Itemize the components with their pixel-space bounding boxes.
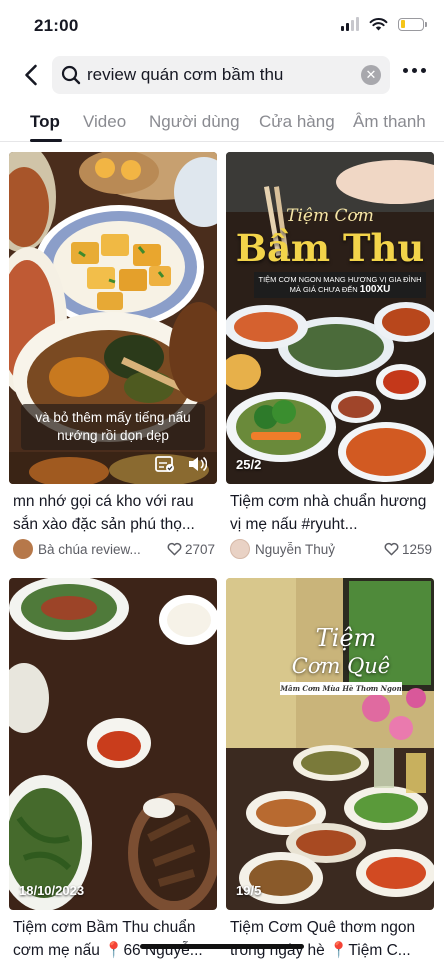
tab-top[interactable]: Top — [30, 112, 60, 132]
thumbnail-icons — [155, 455, 207, 473]
more-options-button[interactable] — [403, 68, 426, 73]
like-count: 2707 — [167, 542, 215, 557]
like-count: 1259 — [384, 542, 432, 557]
video-title[interactable]: Tiệm cơm Bầm Thu chuẩn cơm mẹ nấu 📍66 Ng… — [13, 916, 215, 960]
search-header: ✕ — [0, 54, 444, 96]
image-check-icon — [155, 456, 174, 472]
tab-users[interactable]: Người dùng — [149, 112, 240, 132]
back-button[interactable] — [18, 62, 44, 88]
search-icon — [60, 64, 82, 86]
post-date: 18/10/2023 — [19, 883, 85, 898]
food-photo — [226, 152, 434, 484]
author-name[interactable]: Nguyễn Thuỷ — [255, 542, 384, 557]
author-name[interactable]: Bà chúa review... — [38, 542, 167, 557]
post-date: 19/5 — [236, 883, 262, 898]
video-thumbnail[interactable]: 18/10/2023 — [9, 578, 217, 910]
video-card[interactable]: và bỏ thêm mấy tiếng nấu nướng rồi dọn d… — [9, 152, 217, 562]
video-meta: Nguyễn Thuỷ 1259 — [230, 538, 432, 560]
video-thumbnail[interactable]: Tiệm Cơm Quê Mâm Cơm Mùa Hè Thơm Ngon 19… — [226, 578, 434, 910]
search-input[interactable] — [82, 57, 361, 93]
post-date: 25/2 — [236, 457, 262, 472]
video-title[interactable]: Tiệm cơm nhà chuẩn hương vị mẹ nấu #ryuh… — [230, 490, 432, 536]
search-box[interactable]: ✕ — [52, 56, 390, 94]
home-indicator — [140, 944, 304, 949]
clear-search-button[interactable]: ✕ — [361, 65, 381, 85]
avatar[interactable] — [13, 539, 33, 559]
banner-title: Bầm Thu — [235, 226, 425, 270]
banner-title: Cơm Quê — [291, 654, 391, 678]
video-thumbnail[interactable]: và bỏ thêm mấy tiếng nấu nướng rồi dọn d… — [9, 152, 217, 484]
wifi-icon — [369, 18, 388, 31]
like-count-value: 2707 — [184, 541, 215, 557]
heart-icon — [167, 542, 182, 556]
banner-tagline: TIỆM CƠM NGON MANG HƯƠNG VỊ GIA ĐÌNH MÀ … — [254, 272, 426, 298]
like-count-value: 1259 — [401, 541, 432, 557]
tab-shops[interactable]: Cửa hàng — [259, 112, 335, 132]
active-tab-indicator — [30, 139, 62, 142]
video-card[interactable]: Tiệm Cơm Bầm Thu TIỆM CƠM NGON MANG HƯƠN… — [226, 152, 434, 562]
banner-tagline-line1: TIỆM CƠM NGON MANG HƯƠNG VỊ GIA ĐÌNH — [258, 275, 422, 284]
tab-video[interactable]: Video — [83, 112, 126, 132]
status-time: 21:00 — [34, 16, 79, 35]
banner-price: 100XU — [359, 284, 391, 295]
banner-tagline-line2: MÀ GIÁ CHƯA ĐẾN 100XU — [289, 284, 391, 295]
status-bar: 21:00 — [0, 0, 444, 50]
food-photo — [9, 578, 217, 910]
video-caption-overlay: và bỏ thêm mấy tiếng nấu nướng rồi dọn d… — [21, 404, 205, 450]
chevron-left-icon — [25, 64, 37, 86]
video-title[interactable]: mn nhớ gọi cá kho với rau sắn xào đặc sả… — [13, 490, 215, 536]
avatar[interactable] — [230, 539, 250, 559]
volume-icon — [189, 456, 207, 472]
video-meta: Bà chúa review... 2707 — [13, 538, 215, 560]
heart-icon — [384, 542, 399, 556]
status-icons — [341, 17, 427, 31]
tab-sounds[interactable]: Âm thanh — [353, 112, 426, 132]
video-card[interactable]: Tiệm Cơm Quê Mâm Cơm Mùa Hè Thơm Ngon 19… — [226, 578, 434, 960]
cellular-signal-icon — [341, 17, 359, 31]
video-thumbnail[interactable]: Tiệm Cơm Bầm Thu TIỆM CƠM NGON MANG HƯƠN… — [226, 152, 434, 484]
close-icon: ✕ — [365, 67, 377, 82]
search-tabs: Top Video Người dùng Cửa hàng Âm thanh — [0, 104, 444, 142]
battery-icon — [398, 17, 427, 31]
video-card[interactable]: 18/10/2023 Tiệm cơm Bầm Thu chuẩn cơm mẹ… — [9, 578, 217, 960]
banner-tagline: Mâm Cơm Mùa Hè Thơm Ngon — [280, 682, 402, 695]
banner-subtitle: Tiệm Cơm — [286, 206, 374, 226]
video-title[interactable]: Tiệm Cơm Quê thơm ngon trong ngày hè 📍Ti… — [230, 916, 432, 960]
banner-subtitle: Tiệm — [315, 624, 377, 652]
